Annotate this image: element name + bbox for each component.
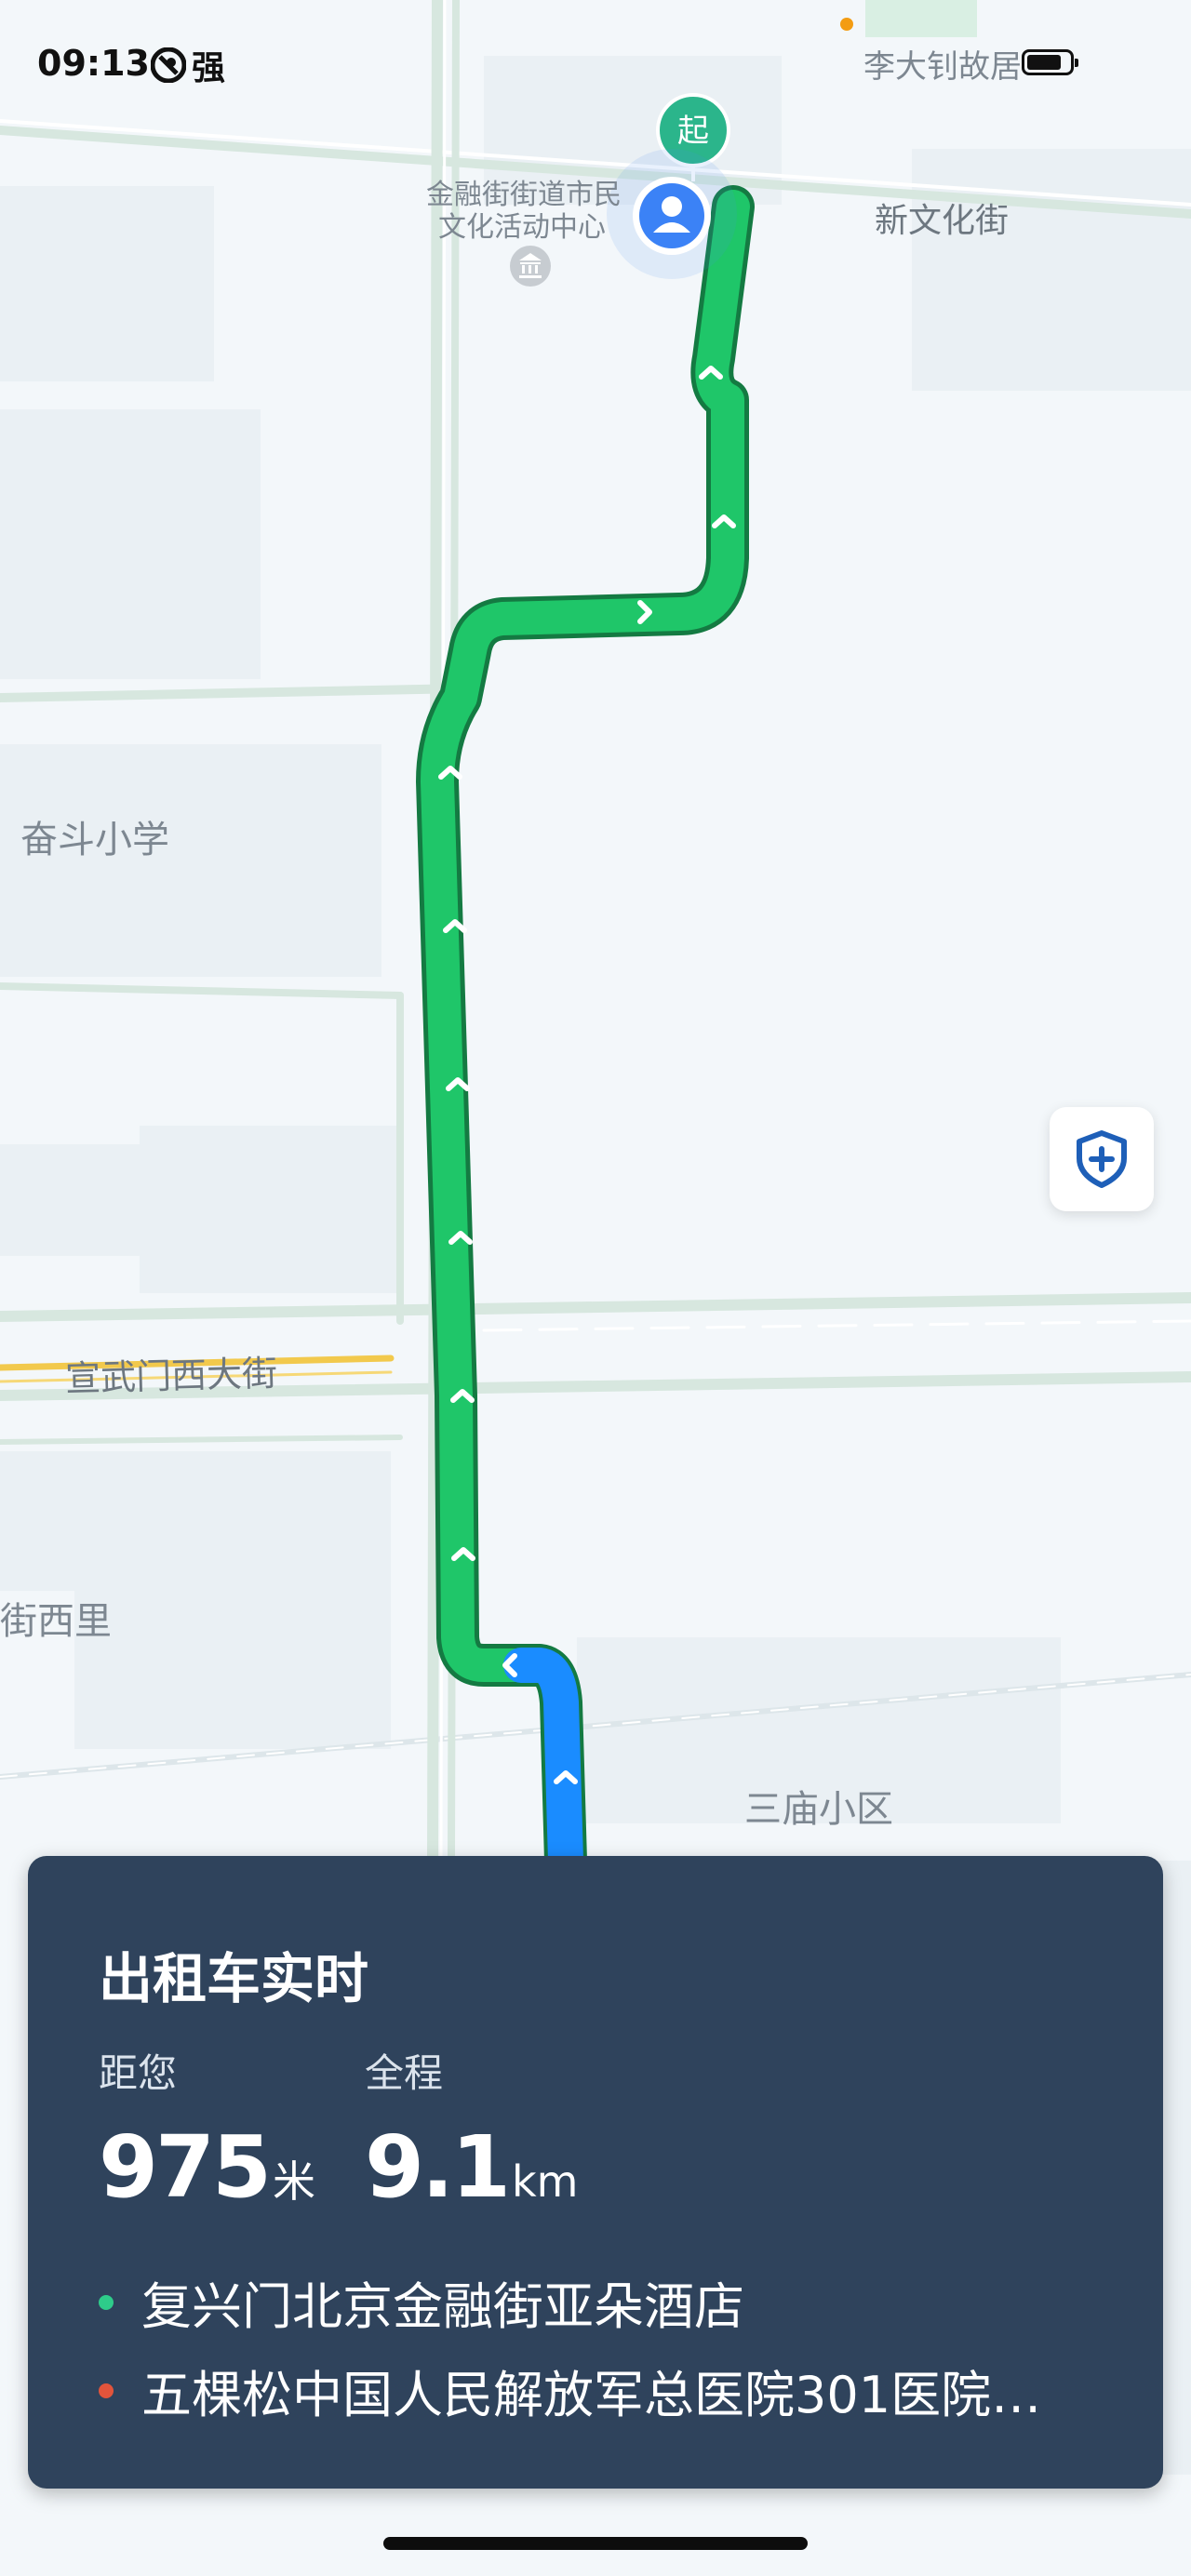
destination-dot-icon [99,2382,114,2398]
total-stat: 全程 9.1 km [365,2042,578,2217]
museum-icon[interactable] [510,246,551,287]
origin-dot-icon [99,2294,114,2310]
map-label-community[interactable]: 三庙小区 [744,1779,893,1833]
network-signal-icon [151,47,186,83]
card-title: 出租车实时 [99,1947,369,2010]
distance-label: 距您 [99,2050,178,2096]
user-location-icon[interactable] [607,149,737,279]
map-label-poi-center-line2[interactable]: 文化活动中心 [438,204,606,245]
network-strength-label: 强 [192,49,226,87]
taxi-info-card[interactable]: 出租车实时 距您 975 米 全程 9.1 km 复兴门北京金融街亚朵酒店 五棵… [28,1856,1163,2489]
origin-text: 复兴门北京金融街亚朵酒店 [141,2277,744,2336]
distance-stat: 距您 975 米 [99,2042,315,2217]
status-bar: 09:13 强 [0,0,1191,130]
safety-shield-button[interactable] [1050,1107,1154,1211]
total-label: 全程 [365,2050,444,2096]
destination-row: 五棵松中国人民解放军总医院301医院… [99,2354,1141,2427]
status-time: 09:13 [37,43,150,84]
map-label-area-west[interactable]: 街西里 [0,1591,112,1645]
distance-unit: 米 [273,2156,316,2207]
home-indicator[interactable] [383,2537,808,2550]
battery-icon [1022,49,1078,75]
network-indicator: 强 [151,41,225,89]
distance-value: 975 [99,2117,272,2217]
origin-row: 复兴门北京金融街亚朵酒店 [99,2265,1141,2339]
map-label-school[interactable]: 奋斗小学 [20,809,169,863]
shield-plus-icon [1077,1130,1127,1188]
total-value: 9.1 [365,2117,511,2217]
map-label-street-xuanwumen[interactable]: 宣武门西大街 [64,1344,278,1401]
map-label-street-new-culture[interactable]: 新文化街 [875,194,1009,242]
total-unit: km [511,2156,579,2207]
destination-text: 五棵松中国人民解放军总医院301医院… [141,2366,1042,2424]
